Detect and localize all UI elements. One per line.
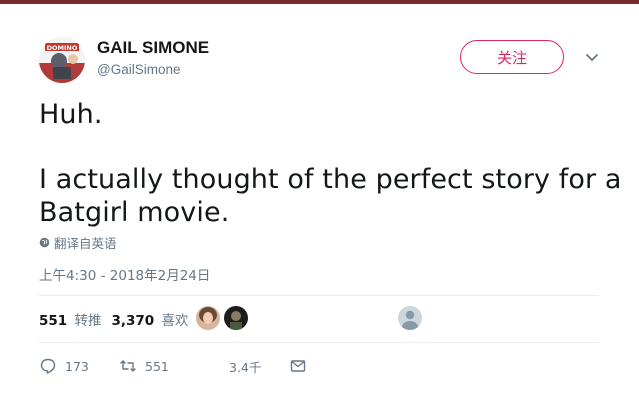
follow-button[interactable]: 关注 <box>460 40 564 74</box>
tweet-text-line: Huh. <box>39 99 103 130</box>
avatar[interactable]: DOMINO <box>39 37 85 83</box>
divider <box>39 342 599 343</box>
retweet-icon <box>120 360 136 372</box>
retweets-stat[interactable]: 551 转推 <box>39 309 101 329</box>
retweet-count: 551 <box>145 358 169 374</box>
svg-text:DOMINO: DOMINO <box>47 44 78 52</box>
reply-button[interactable]: 173 <box>39 357 119 375</box>
top-border <box>0 0 639 4</box>
tweet-actions: 173 551 3.4千 <box>39 356 307 376</box>
translate-link[interactable]: 翻译自英语 <box>39 233 117 252</box>
translate-label[interactable]: 翻译自英语 <box>54 233 117 252</box>
timestamp[interactable]: 上午4:30 - 2018年2月24日 <box>39 264 210 284</box>
likes-stat[interactable]: 3,370 喜欢 <box>111 309 188 329</box>
engagement-stats: 551 转推 3,370 喜欢 <box>39 309 188 329</box>
reply-count: 173 <box>65 358 89 374</box>
retweet-button[interactable]: 551 <box>119 357 229 375</box>
liker-avatar[interactable] <box>224 306 248 330</box>
display-name[interactable]: GAIL SIMONE <box>97 38 209 58</box>
liker-avatar[interactable] <box>196 306 220 330</box>
reply-icon <box>40 358 56 374</box>
retweets-label: 转推 <box>74 313 102 329</box>
globe-icon <box>39 237 50 248</box>
envelope-icon <box>290 360 306 372</box>
retweets-count: 551 <box>39 313 68 329</box>
like-count: 3.4千 <box>229 359 262 375</box>
divider <box>39 295 599 296</box>
tweet-text-line: Batgirl movie. <box>39 197 230 228</box>
like-button[interactable]: 3.4千 <box>229 357 289 376</box>
tweet-text-line: I actually thought of the perfect story … <box>39 164 622 195</box>
chevron-down-icon[interactable] <box>584 51 600 65</box>
direct-message-button[interactable] <box>289 357 307 375</box>
likes-count: 3,370 <box>111 313 155 329</box>
user-handle[interactable]: @GailSimone <box>97 62 181 77</box>
liker-avatar[interactable] <box>398 306 422 330</box>
likes-label: 喜欢 <box>161 313 189 329</box>
